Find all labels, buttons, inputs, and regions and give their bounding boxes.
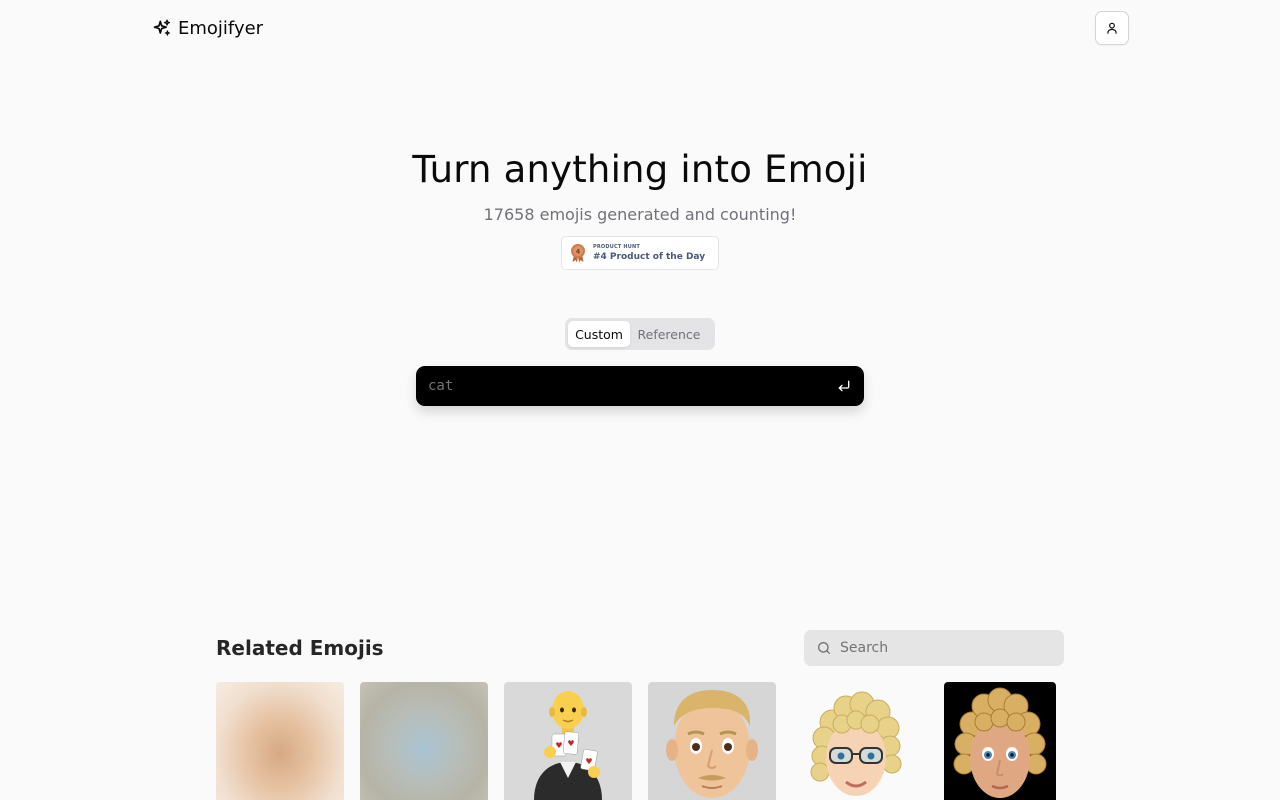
page-title: Turn anything into Emoji (412, 148, 868, 191)
mode-tabs: Custom Reference (565, 318, 715, 350)
generated-counter: 17658 emojis generated and counting! (483, 205, 797, 224)
man-face-emoji-image (666, 690, 758, 798)
svg-text:4: 4 (576, 248, 581, 256)
emoji-card[interactable] (216, 682, 344, 800)
search-icon (816, 640, 832, 656)
emoji-card[interactable] (360, 682, 488, 800)
page: Emojifyer Turn anything into Emoji 17658… (0, 0, 1280, 800)
prompt-bar (416, 366, 864, 406)
enter-icon[interactable] (836, 378, 852, 394)
svg-text:♥: ♥ (585, 757, 592, 766)
tab-reference[interactable]: Reference (630, 321, 708, 347)
svg-text:♥: ♥ (555, 741, 562, 750)
emoji-card[interactable] (792, 682, 920, 800)
curly-hair-glasses-emoji-image (810, 691, 902, 796)
tab-custom[interactable]: Custom (568, 321, 630, 347)
curly-hair-face-emoji-image (953, 687, 1047, 798)
search-box (804, 630, 1064, 666)
product-hunt-badge[interactable]: 4 PRODUCT HUNT #4 Product of the Day (561, 236, 719, 270)
prompt-input[interactable] (428, 378, 836, 394)
emoji-card[interactable] (944, 682, 1056, 800)
svg-text:♥: ♥ (567, 739, 574, 748)
brand-name: Emojifyer (178, 17, 264, 39)
brand-link[interactable]: Emojifyer (152, 18, 263, 39)
emoji-grid: ♥ ♥ ♥ (0, 682, 1280, 800)
medal-icon: 4 (570, 243, 586, 263)
emoji-card[interactable] (648, 682, 776, 800)
judge-emoji-image: ♥ ♥ ♥ (534, 691, 602, 800)
sparkles-icon (152, 18, 172, 38)
badge-caption: PRODUCT HUNT (593, 243, 641, 250)
account-button[interactable] (1095, 11, 1129, 45)
badge-title: #4 Product of the Day (593, 251, 706, 262)
user-icon (1105, 21, 1119, 35)
related-emojis-heading: Related Emojis (216, 636, 384, 660)
header: Emojifyer (152, 0, 1129, 56)
emoji-card[interactable]: ♥ ♥ ♥ (504, 682, 632, 800)
search-input[interactable] (840, 640, 1064, 656)
